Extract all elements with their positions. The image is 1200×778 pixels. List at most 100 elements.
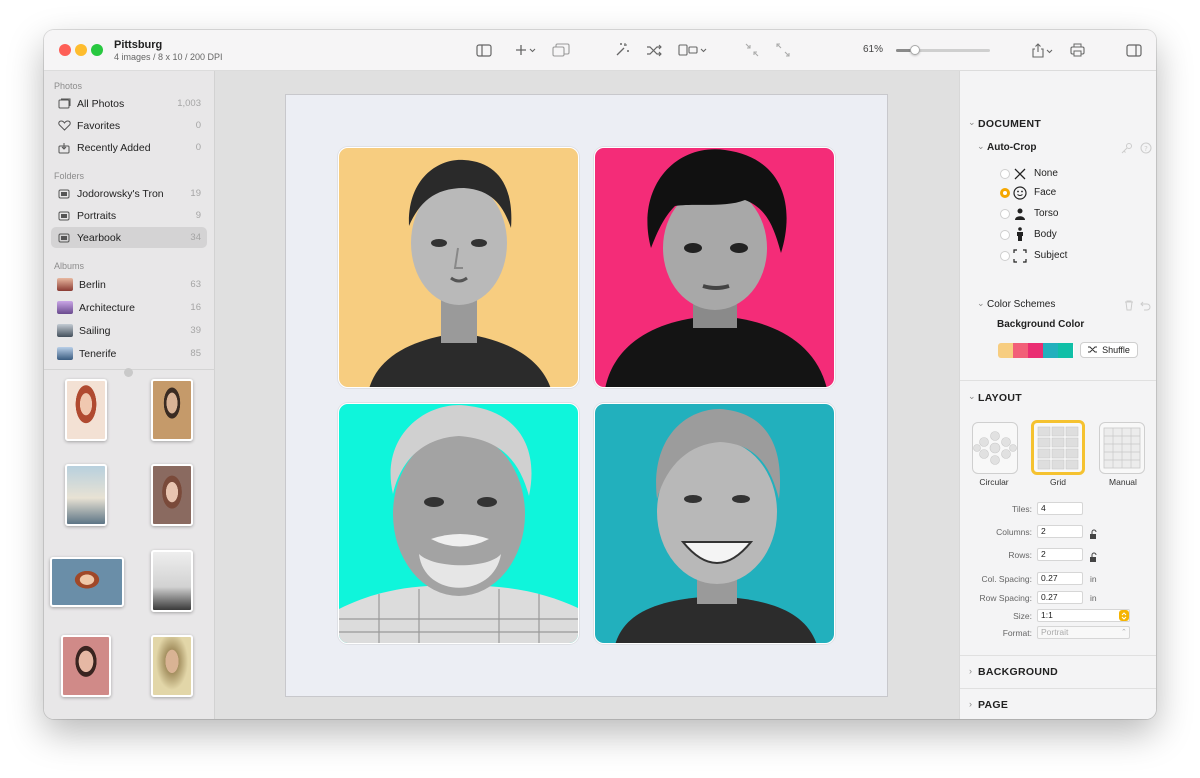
background-section-header[interactable]: BACKGROUND bbox=[978, 666, 1058, 678]
photo-thumbnail[interactable] bbox=[65, 464, 107, 526]
zoom-window-button[interactable] bbox=[91, 44, 103, 56]
sidebar-item-label: Favorites bbox=[77, 119, 121, 132]
trash-icon[interactable] bbox=[1124, 298, 1134, 316]
sidebar-item-label: Recently Added bbox=[77, 141, 151, 154]
shuffle-colors-button[interactable]: Shuffle bbox=[1080, 342, 1138, 358]
print-button[interactable] bbox=[1069, 41, 1086, 59]
folders-section-header: Folders bbox=[54, 171, 85, 181]
close-window-button[interactable] bbox=[59, 44, 71, 56]
magic-button[interactable] bbox=[613, 41, 631, 59]
photo-thumbnail[interactable] bbox=[151, 379, 193, 441]
photo-tile[interactable] bbox=[594, 403, 835, 644]
autocrop-none-radio[interactable] bbox=[1000, 169, 1010, 179]
chevron-down-icon[interactable]: ⌄ bbox=[977, 298, 985, 309]
color-swatch[interactable] bbox=[1043, 343, 1058, 358]
autocrop-subject-radio[interactable] bbox=[1000, 251, 1010, 261]
photo-tile[interactable] bbox=[338, 147, 579, 388]
chevron-right-icon[interactable]: › bbox=[969, 699, 972, 709]
sidebar-item-recently-added[interactable]: Recently Added 0 bbox=[51, 137, 207, 158]
chevron-updown-icon[interactable] bbox=[1119, 610, 1129, 621]
row-spacing-input[interactable]: 0.27 bbox=[1037, 591, 1083, 604]
lock-open-icon[interactable] bbox=[1089, 549, 1098, 567]
sidebar-toggle-button[interactable] bbox=[475, 41, 493, 59]
arrange-icon bbox=[678, 44, 707, 56]
sidebar-item-favorites[interactable]: Favorites 0 bbox=[51, 115, 207, 136]
shuffle-toolbar-button[interactable] bbox=[644, 41, 664, 59]
document-section-header[interactable]: DOCUMENT bbox=[978, 118, 1041, 130]
share-button[interactable] bbox=[1030, 41, 1056, 59]
autocrop-torso-radio[interactable] bbox=[1000, 209, 1010, 219]
format-select[interactable]: Portrait bbox=[1037, 626, 1130, 639]
layout-section-header[interactable]: LAYOUT bbox=[978, 392, 1022, 404]
sidebar-item-count: 9 bbox=[195, 210, 201, 221]
rows-input[interactable]: 2 bbox=[1037, 548, 1083, 561]
layout-label: Circular bbox=[979, 477, 1009, 487]
col-spacing-input[interactable]: 0.27 bbox=[1037, 572, 1083, 585]
chevron-down-icon[interactable]: ⌄ bbox=[977, 141, 985, 152]
chevron-updown-icon[interactable]: ⌃ bbox=[1121, 628, 1127, 636]
sidebar-item-sailing[interactable]: Sailing 39 bbox=[51, 320, 207, 341]
chevron-down-icon[interactable]: ⌄ bbox=[968, 117, 976, 128]
zoom-slider[interactable] bbox=[896, 45, 990, 55]
layout-grid-card[interactable] bbox=[1031, 420, 1085, 475]
help-icon[interactable]: ? bbox=[1140, 141, 1152, 159]
sidebar-item-portraits[interactable]: Portraits 9 bbox=[51, 205, 207, 226]
photo-thumbnail[interactable] bbox=[61, 635, 111, 697]
add-button[interactable] bbox=[514, 41, 538, 59]
layout-manual-card[interactable] bbox=[1099, 422, 1145, 474]
chevron-right-icon[interactable]: › bbox=[969, 666, 972, 676]
sidebar-item-label: Jodorowsky's Tron bbox=[77, 187, 164, 200]
sidebar-item-all-photos[interactable]: All Photos 1,003 bbox=[51, 93, 207, 114]
color-swatch[interactable] bbox=[1058, 343, 1073, 358]
photo-thumbnail[interactable] bbox=[151, 635, 193, 697]
lock-open-icon[interactable] bbox=[1089, 526, 1098, 544]
photo-thumbnail[interactable] bbox=[65, 379, 107, 441]
svg-text:?: ? bbox=[1144, 145, 1148, 153]
arrange-menu-button[interactable] bbox=[677, 41, 709, 59]
key-icon[interactable] bbox=[1121, 141, 1133, 159]
format-label: Format: bbox=[1002, 628, 1032, 638]
plus-icon bbox=[516, 45, 536, 55]
page-section-header[interactable]: PAGE bbox=[978, 699, 1008, 711]
photos-icon bbox=[57, 97, 71, 111]
expand-icon bbox=[776, 43, 790, 57]
undo-icon[interactable] bbox=[1140, 298, 1151, 316]
sidebar-item-tenerife[interactable]: Tenerife 85 bbox=[51, 343, 207, 364]
sidebar-item-yearbook[interactable]: Yearbook 34 bbox=[51, 227, 207, 248]
photo-thumbnail[interactable] bbox=[151, 550, 193, 612]
auto-crop-label: Auto-Crop bbox=[987, 142, 1037, 153]
document-subtitle: 4 images / 8 x 10 / 200 DPI bbox=[114, 52, 223, 62]
sidebar-item-label: Tenerife bbox=[79, 347, 117, 360]
rows-label: Rows: bbox=[1008, 550, 1032, 560]
tiles-input[interactable]: 4 bbox=[1037, 502, 1083, 515]
divider-handle[interactable] bbox=[124, 368, 133, 377]
layout-circular-card[interactable] bbox=[972, 422, 1018, 474]
columns-label: Columns: bbox=[996, 527, 1032, 537]
columns-input[interactable]: 2 bbox=[1037, 525, 1083, 538]
expand-button[interactable] bbox=[775, 41, 791, 59]
sidebar-item-count: 0 bbox=[195, 142, 201, 153]
minimize-window-button[interactable] bbox=[75, 44, 87, 56]
row-spacing-label: Row Spacing: bbox=[979, 593, 1032, 603]
color-swatch[interactable] bbox=[998, 343, 1013, 358]
sidebar-item-jodorowskys-tron[interactable]: Jodorowsky's Tron 19 bbox=[51, 183, 207, 204]
size-label: Size: bbox=[1013, 611, 1032, 621]
photo-tile[interactable] bbox=[594, 147, 835, 388]
size-select[interactable]: 1:1 bbox=[1037, 609, 1130, 622]
chevron-down-icon[interactable]: ⌄ bbox=[968, 391, 976, 402]
autocrop-face-radio[interactable] bbox=[1000, 188, 1010, 198]
autocrop-body-radio[interactable] bbox=[1000, 230, 1010, 240]
inspector-toggle-button[interactable] bbox=[1125, 41, 1143, 59]
sidebar-item-architecture[interactable]: Architecture 16 bbox=[51, 297, 207, 318]
slideshow-button[interactable] bbox=[551, 41, 571, 59]
photo-thumbnail[interactable] bbox=[50, 557, 124, 607]
photo-tile[interactable] bbox=[338, 403, 579, 644]
color-swatch[interactable] bbox=[1013, 343, 1028, 358]
sidebar-item-berlin[interactable]: Berlin 63 bbox=[51, 274, 207, 295]
color-swatch[interactable] bbox=[1028, 343, 1043, 358]
grid-layout-icon bbox=[1037, 426, 1079, 470]
shrink-button[interactable] bbox=[744, 41, 760, 59]
folder-icon bbox=[57, 187, 71, 201]
photo-thumbnail[interactable] bbox=[151, 464, 193, 526]
zoom-slider-knob[interactable] bbox=[909, 45, 920, 55]
